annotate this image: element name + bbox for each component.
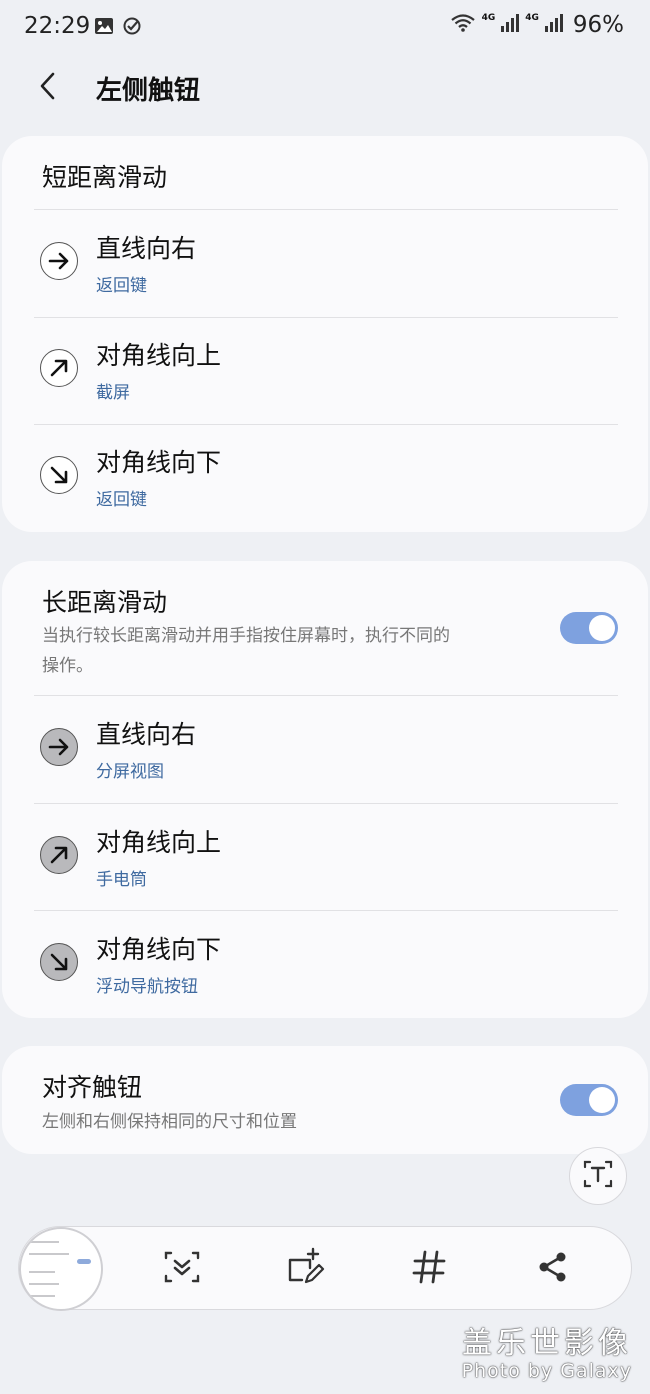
crop-edit-button[interactable] <box>281 1245 329 1293</box>
toggle-knob <box>589 615 615 641</box>
long-swipe-description: 当执行较长距离滑动并用手指按住屏幕时，执行不同的 <box>42 626 450 646</box>
signal-icon <box>543 13 563 37</box>
watermark: 盖乐世影像 Photo by Galaxy <box>462 1318 632 1382</box>
wifi-icon <box>450 13 476 37</box>
capture-toolbar <box>18 1226 632 1311</box>
short-swipe-straight-right[interactable]: 直线向右 返回键 <box>2 212 648 319</box>
watermark-subtitle: Photo by Galaxy <box>461 1360 632 1382</box>
long-swipe-description: 操作。 <box>42 656 93 676</box>
battery-level: 96% <box>572 12 624 38</box>
align-toggle[interactable] <box>560 1084 618 1116</box>
arrow-up-right-icon <box>40 349 78 387</box>
arrow-up-right-icon <box>40 836 78 874</box>
divider <box>34 424 618 425</box>
signal-icon <box>499 13 520 37</box>
divider <box>34 695 618 696</box>
row-title: 对角线向下 <box>96 935 222 964</box>
long-swipe-diagonal-down[interactable]: 对角线向下 浮动导航按钮 <box>2 913 648 1020</box>
back-button[interactable] <box>30 70 66 106</box>
arrow-down-right-icon <box>40 943 78 981</box>
arrow-right-icon <box>40 728 78 766</box>
divider <box>34 317 618 318</box>
row-title: 直线向右 <box>96 234 197 263</box>
row-title: 对角线向上 <box>96 828 222 857</box>
row-action: 手电筒 <box>96 870 147 890</box>
row-title: 直线向右 <box>96 720 197 749</box>
toggle-knob <box>589 1087 615 1113</box>
align-header: 对齐触钮 <box>42 1073 143 1102</box>
short-swipe-card: 短距离滑动 直线向右 返回键 对角线向上 截屏 对角线向下 返回键 <box>2 136 648 532</box>
row-action: 分屏视图 <box>96 762 164 782</box>
text-extract-button[interactable] <box>569 1147 627 1205</box>
network-type-label: 4G <box>481 13 496 23</box>
row-action: 截屏 <box>96 383 130 403</box>
scroll-capture-icon <box>162 1247 202 1291</box>
chevron-left-icon <box>37 71 59 105</box>
align-handles-card[interactable]: 对齐触钮 左侧和右侧保持相同的尺寸和位置 <box>2 1046 648 1154</box>
row-action: 浮动导航按钮 <box>96 977 198 997</box>
status-time: 22:29 <box>24 13 91 39</box>
row-title: 对角线向上 <box>96 341 222 370</box>
divider <box>34 209 618 210</box>
status-bar: 22:29 4G 4G 96% <box>0 0 650 56</box>
watermark-title: 盖乐世影像 <box>462 1326 632 1361</box>
image-icon <box>94 17 114 39</box>
long-swipe-diagonal-up[interactable]: 对角线向上 手电筒 <box>2 806 648 913</box>
align-description: 左侧和右侧保持相同的尺寸和位置 <box>42 1112 297 1132</box>
share-button[interactable] <box>529 1245 577 1293</box>
divider <box>34 910 618 911</box>
long-swipe-card: 长距离滑动 当执行较长距离滑动并用手指按住屏幕时，执行不同的 操作。 直线向右 … <box>2 561 648 1018</box>
network-type-label: 4G <box>525 13 539 23</box>
arrow-down-right-icon <box>40 456 78 494</box>
long-swipe-straight-right[interactable]: 直线向右 分屏视图 <box>2 698 648 805</box>
app-bar: 左侧触钮 <box>0 56 650 122</box>
short-swipe-diagonal-down[interactable]: 对角线向下 返回键 <box>2 426 648 533</box>
hashtag-button[interactable] <box>405 1245 453 1293</box>
scroll-capture-button[interactable] <box>158 1245 206 1293</box>
screenshot-thumbnail[interactable] <box>19 1227 103 1311</box>
text-extract-icon <box>582 1159 614 1193</box>
short-swipe-header: 短距离滑动 <box>42 163 168 192</box>
long-swipe-toggle[interactable] <box>560 612 618 644</box>
share-icon <box>535 1249 571 1289</box>
row-action: 返回键 <box>96 276 147 296</box>
hashtag-icon <box>410 1248 448 1290</box>
check-circle-icon <box>122 16 142 40</box>
page-title: 左侧触钮 <box>96 76 201 106</box>
divider <box>34 803 618 804</box>
row-title: 对角线向下 <box>96 448 222 477</box>
row-action: 返回键 <box>96 490 147 510</box>
long-swipe-header: 长距离滑动 <box>42 588 168 617</box>
crop-edit-icon <box>284 1246 326 1292</box>
short-swipe-diagonal-up[interactable]: 对角线向上 截屏 <box>2 319 648 426</box>
arrow-right-icon <box>40 242 78 280</box>
